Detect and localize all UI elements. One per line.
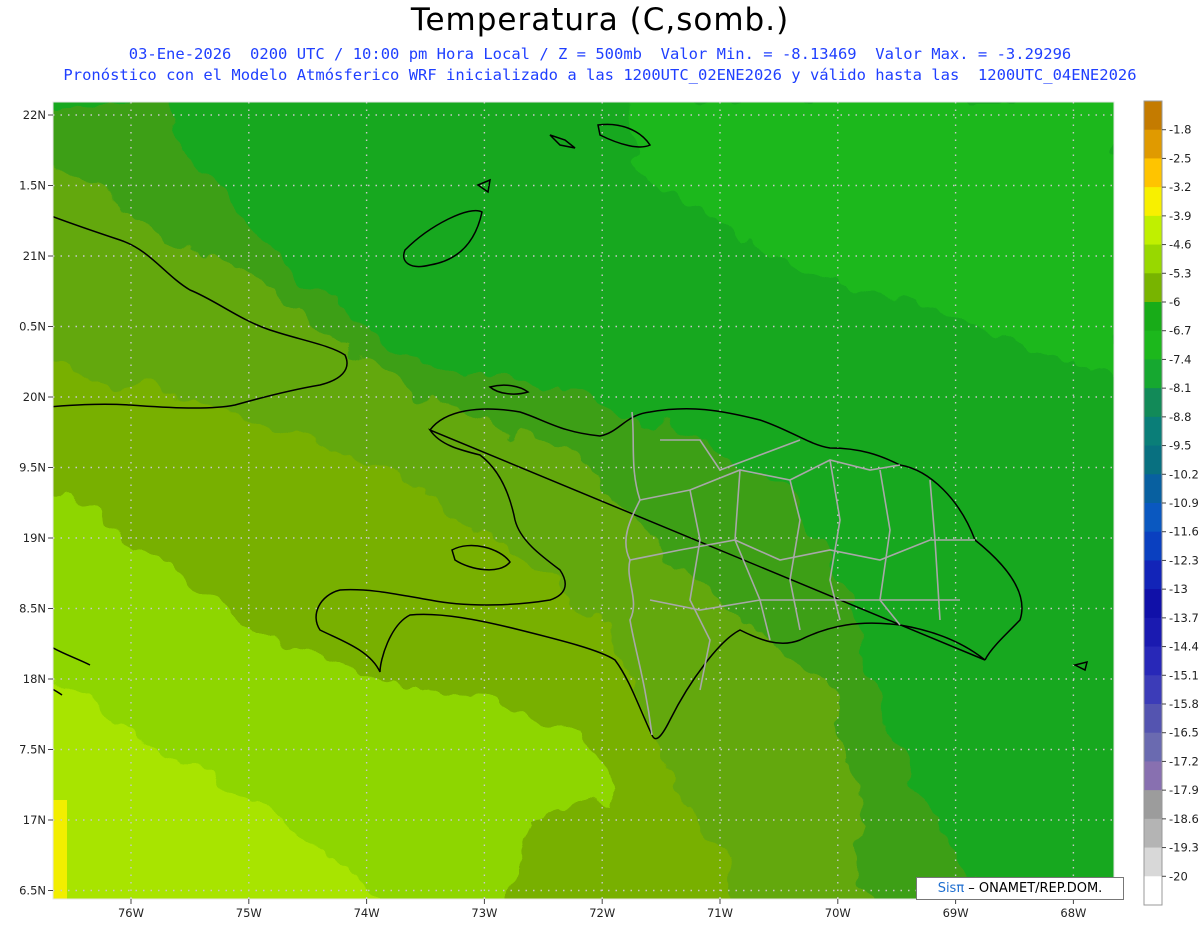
lat-label: 1.5N: [19, 179, 46, 193]
colorbar-label: -18.6: [1169, 812, 1199, 826]
lat-label: 6.5N: [19, 884, 46, 898]
colorbar-label: -16.5: [1169, 726, 1199, 740]
colorbar-swatch: [1144, 675, 1162, 705]
lon-label: 69W: [943, 906, 969, 920]
lon-label: 72W: [589, 906, 615, 920]
colorbar-label: -8.8: [1169, 410, 1191, 424]
colorbar: -1.8 -2.5 -3.2 -3.9 -4.6 -5.3 -6 -6.7 -7.4 -8.1 -8…: [1143, 100, 1199, 906]
colorbar-swatch: [1144, 330, 1162, 360]
lon-label: 68W: [1060, 906, 1086, 920]
colorbar-swatch: [1144, 732, 1162, 762]
credit-text: – ONAMET/REP.DOM.: [964, 881, 1103, 896]
sispi-logo: Sisπ: [937, 881, 965, 896]
colorbar-swatch: [1144, 761, 1162, 791]
colorbar-label: -10.9: [1169, 496, 1199, 510]
colorbar-swatch: [1144, 273, 1162, 303]
colorbar-label: -8.1: [1169, 381, 1191, 395]
colorbar-label: -3.9: [1169, 209, 1191, 223]
colorbar-label: -1.8: [1169, 123, 1191, 137]
colorbar-label: -13: [1169, 582, 1188, 596]
colorbar-swatch: [1144, 359, 1162, 389]
colorbar-label: -12.3: [1169, 553, 1199, 567]
colorbar-swatch: [1144, 101, 1162, 131]
colorbar-label: -7.4: [1169, 352, 1191, 366]
colorbar-swatch: [1144, 646, 1162, 676]
colorbar-swatch: [1144, 560, 1162, 590]
lat-label: 22N: [23, 108, 46, 122]
colorbar-swatch: [1144, 847, 1162, 877]
colorbar-label: -14.4: [1169, 640, 1199, 654]
colorbar-label: -6: [1169, 295, 1180, 309]
lat-label: 7.5N: [19, 743, 46, 757]
lon-label: 73W: [471, 906, 497, 920]
colorbar-swatch: [1144, 158, 1162, 188]
colorbar-label: -5.3: [1169, 266, 1191, 280]
shaded-temperature-field: [53, 102, 1114, 899]
colorbar-swatch: [1144, 790, 1162, 820]
colorbar-label: -11.6: [1169, 525, 1199, 539]
colorbar-label: -15.8: [1169, 697, 1199, 711]
colorbar-label: -9.5: [1169, 439, 1191, 453]
colorbar-swatch: [1144, 302, 1162, 332]
lat-label: 19N: [23, 531, 46, 545]
colorbar-swatch: [1144, 876, 1162, 906]
colorbar-swatch: [1144, 531, 1162, 561]
colorbar-swatch: [1144, 704, 1162, 734]
lat-label: 21N: [23, 249, 46, 263]
temperature-map: 22N 1.5N 21N 0.5N 20N 9.5N 19N 8.5N 18N 7.5N 17N 6.…: [19, 100, 1199, 920]
lon-label: 71W: [707, 906, 733, 920]
colorbar-label: -10.2: [1169, 467, 1199, 481]
lon-label: 75W: [236, 906, 262, 920]
lon-label: 76W: [118, 906, 144, 920]
colorbar-swatch: [1144, 589, 1162, 619]
colorbar-swatch: [1144, 388, 1162, 418]
credit-box: Sisπ – ONAMET/REP.DOM.: [916, 877, 1124, 900]
colorbar-label: -19.3: [1169, 841, 1199, 855]
colorbar-label: -15.1: [1169, 668, 1199, 682]
colorbar-label: -2.5: [1169, 151, 1191, 165]
colorbar-swatch: [1144, 215, 1162, 246]
colorbar-swatch: [1144, 445, 1162, 475]
colorbar-label: -20: [1169, 869, 1188, 883]
lat-label: 17N: [23, 813, 46, 827]
colorbar-swatch: [1144, 818, 1162, 849]
colorbar-swatch: [1144, 617, 1162, 648]
lon-label: 70W: [825, 906, 851, 920]
longitude-labels: 76W 75W 74W 73W 72W 71W 70W 69W 68W: [118, 899, 1086, 920]
colorbar-swatch: [1144, 503, 1162, 533]
latitude-labels: 22N 1.5N 21N 0.5N 20N 9.5N 19N 8.5N 18N 7.5N 17N 6.…: [19, 108, 53, 898]
colorbar-label: -3.2: [1169, 180, 1191, 194]
colorbar-label: -17.9: [1169, 783, 1199, 797]
colorbar-swatch: [1144, 244, 1162, 274]
colorbar-label: -17.2: [1169, 754, 1199, 768]
lat-label: 8.5N: [19, 602, 46, 616]
lat-label: 18N: [23, 672, 46, 686]
colorbar-swatch: [1144, 187, 1162, 217]
lat-label: 20N: [23, 390, 46, 404]
colorbar-label: -6.7: [1169, 324, 1191, 338]
colorbar-swatch: [1144, 474, 1162, 504]
lon-label: 74W: [354, 906, 380, 920]
lat-label: 9.5N: [19, 461, 46, 475]
colorbar-swatch: [1144, 129, 1162, 159]
colorbar-label: -13.7: [1169, 611, 1199, 625]
lat-label: 0.5N: [19, 320, 46, 334]
field-yellow-corner: [53, 800, 67, 899]
colorbar-label: -4.6: [1169, 238, 1191, 252]
colorbar-swatch: [1144, 416, 1162, 447]
